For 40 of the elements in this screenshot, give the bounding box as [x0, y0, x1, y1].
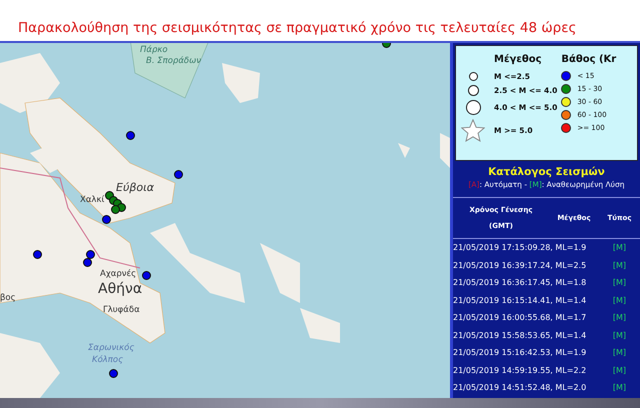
type-cell: [M]	[612, 383, 626, 392]
legend-title: Μέγεθος	[494, 54, 543, 65]
earthquake-marker[interactable]	[142, 271, 151, 280]
event-link[interactable]: 21/05/2019 16:15:14.41, ML=1.4	[453, 296, 586, 305]
type-cell: [M]	[612, 260, 626, 270]
map-label: Πάρκο	[140, 45, 168, 56]
page-title: Παρακολούθηση της σεισμικότητας σε πραγματικό χρόνο τις τελευταίες 48 ώρες	[18, 20, 576, 36]
legend-title: Βάθος (Kr	[561, 54, 616, 65]
event-link[interactable]: 21/05/2019 16:39:17.24, ML=2.5	[453, 260, 586, 270]
event-link[interactable]: 21/05/2019 14:59:19.55, ML=2.2	[453, 366, 586, 375]
map-label: Κόλπος	[92, 355, 124, 366]
type-cell: [M]	[612, 366, 626, 375]
map-label: Β. Σποράδων	[146, 56, 201, 66]
type-cell: [M]	[612, 296, 626, 305]
event-link[interactable]: 21/05/2019 14:51:52.48, ML=2.0	[453, 383, 586, 392]
type-cell: [M]	[612, 278, 626, 288]
map-label: Εύβοια	[116, 181, 154, 194]
medium-circle-icon	[468, 85, 478, 96]
event-link[interactable]: 21/05/2019 15:58:53.65, ML=1.4	[453, 330, 586, 340]
type-cell: [M]	[612, 313, 626, 322]
earthquake-marker[interactable]	[109, 369, 118, 378]
type-cell: [M]	[612, 243, 626, 252]
earthquake-marker[interactable]	[126, 131, 135, 140]
map-label: Αθήνα	[98, 281, 142, 298]
map-label: βος	[0, 293, 16, 304]
large-circle-icon	[466, 100, 480, 115]
event-link[interactable]: 21/05/2019 15:16:42.53, ML=1.9	[453, 348, 586, 358]
event-link[interactable]: 21/05/2019 16:36:17.45, ML=1.8	[453, 278, 586, 288]
earthquake-marker[interactable]	[174, 170, 183, 179]
event-link[interactable]: 21/05/2019 16:00:55.68, ML=1.7	[453, 313, 586, 322]
type-cell: [M]	[612, 348, 626, 358]
event-link[interactable]: 21/05/2019 17:15:09.28, ML=1.9	[453, 243, 586, 252]
catalog-title: Κατάλογος Σεισμών	[487, 166, 606, 178]
type-cell: [M]	[612, 330, 626, 340]
earthquake-marker[interactable]	[102, 215, 111, 224]
map-label: Γλυφάδα	[103, 305, 140, 316]
small-circle-icon	[468, 72, 478, 81]
star-icon	[461, 119, 485, 142]
map-label: Αχαρνές	[100, 269, 136, 280]
map-label: Σαρωνικός	[88, 343, 134, 354]
